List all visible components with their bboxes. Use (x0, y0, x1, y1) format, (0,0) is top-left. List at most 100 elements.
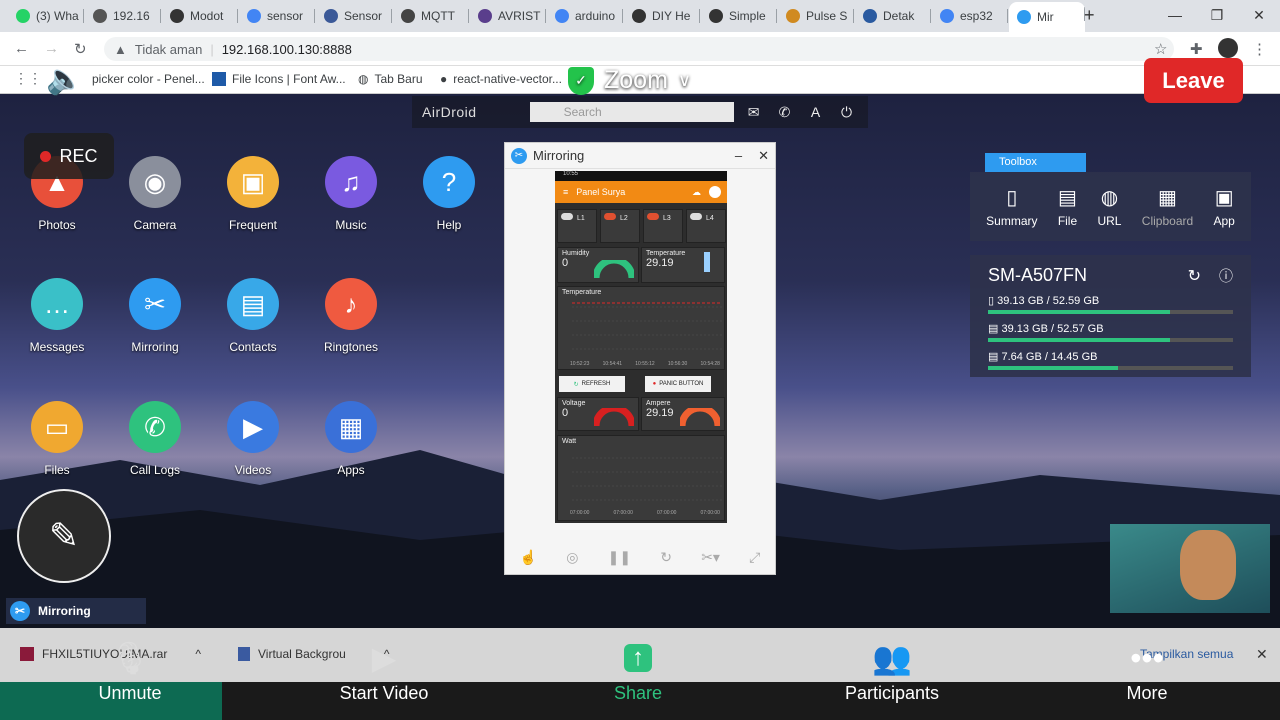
annotate-pen-button[interactable]: ✎ (17, 489, 111, 583)
more-button[interactable]: ••• More (1057, 633, 1237, 704)
minimize-button[interactable]: — (1154, 0, 1196, 30)
font-icon[interactable]: A (804, 104, 827, 120)
toggle-icon[interactable] (561, 213, 573, 220)
profile-avatar[interactable] (1218, 38, 1238, 58)
close-icon[interactable]: ✕ (758, 148, 769, 164)
zoom-title[interactable]: ✓ Zoom ∨ (568, 66, 691, 95)
toolbox-summary[interactable]: ▯ Summary (986, 185, 1037, 228)
toggle-icon[interactable] (647, 213, 659, 220)
bookmark-star-icon[interactable]: ☆ (1154, 40, 1167, 58)
new-tab-button[interactable]: + (1084, 5, 1095, 26)
toolbox-file[interactable]: ▤ File (1058, 185, 1077, 228)
doc-file-icon (238, 647, 250, 661)
browser-tab[interactable]: Simple (701, 4, 777, 28)
leave-button[interactable]: Leave (1144, 58, 1243, 103)
browser-tab[interactable]: Sensor (316, 4, 392, 28)
switch-card[interactable]: L3 (643, 209, 683, 243)
close-window-button[interactable]: ✕ (1238, 0, 1280, 30)
maximize-button[interactable]: ❐ (1196, 0, 1238, 30)
refresh-icon[interactable]: ↻ (1188, 266, 1201, 286)
toggle-icon[interactable] (604, 213, 616, 220)
omnibox[interactable]: ▲ Tidak aman | 192.168.100.130:8888 (104, 37, 1174, 61)
pencil-icon: ✎ (48, 515, 80, 556)
info-icon[interactable]: ⓘ (1219, 266, 1233, 286)
app-icon-mirroring[interactable]: ✂ Mirroring (110, 278, 200, 354)
tab-separator (622, 9, 623, 23)
speaker-icon[interactable]: 🔈 (46, 62, 83, 97)
switch-card[interactable]: L1 (557, 209, 597, 243)
bookmark-0[interactable]: picker color - Penel... (92, 72, 205, 86)
browser-tab[interactable]: Modot (162, 4, 238, 28)
toolbox-url[interactable]: ◍ URL (1097, 185, 1121, 228)
favicon-icon (709, 9, 723, 23)
app-label: Apps (337, 463, 365, 477)
avatar[interactable] (709, 186, 721, 198)
extensions-icon[interactable]: ✚ (1190, 40, 1203, 58)
menu-icon[interactable]: ⋮ (1252, 40, 1267, 58)
toolbox-app[interactable]: ▣ App (1213, 185, 1234, 228)
close-shelf-icon[interactable]: ✕ (1256, 646, 1268, 663)
globe-icon: ◍ (358, 72, 369, 86)
browser-tab[interactable]: esp32 (932, 4, 1008, 28)
power-icon[interactable]: ⏻ (835, 104, 858, 121)
app-icon-files[interactable]: ▭ Files (12, 401, 102, 477)
browser-tab[interactable]: sensor (239, 4, 315, 28)
share-button[interactable]: ↑ Share (548, 633, 728, 704)
app-icon-contacts[interactable]: ▤ Contacts (208, 278, 298, 354)
app-icon-frequent[interactable]: ▣ Frequent (208, 156, 298, 232)
browser-tab[interactable]: Mir (1009, 2, 1085, 32)
phone-screen[interactable]: 10:55 ≡ Panel Surya ☁ L1 L2 L3 L4 Humidity … (555, 171, 727, 523)
reload-button[interactable]: ↻ (74, 40, 87, 58)
tab-label: Detak (883, 9, 915, 23)
browser-tab[interactable]: MQTT (393, 4, 469, 28)
browser-tab[interactable]: (3) Wha (8, 4, 84, 28)
phone-icon[interactable]: ✆ (773, 104, 796, 121)
browser-tab[interactable]: Pulse S (778, 4, 854, 28)
recording-indicator[interactable]: REC (24, 133, 114, 179)
cloud-icon[interactable]: ☁ (692, 187, 701, 198)
switch-card[interactable]: L4 (686, 209, 726, 243)
app-icon-camera[interactable]: ◉ Camera (110, 156, 200, 232)
browser-tab[interactable]: AVRIST (470, 4, 546, 28)
app-icon-call-logs[interactable]: ✆ Call Logs (110, 401, 200, 477)
scissors-icon[interactable]: ✂▾ (701, 549, 720, 566)
hamburger-icon[interactable]: ≡ (563, 187, 568, 197)
forward-button[interactable]: → (44, 40, 59, 57)
app-icon-messages[interactable]: … Messages (12, 278, 102, 354)
person-icon: ● (652, 381, 657, 387)
minimize-icon[interactable]: – (735, 148, 742, 163)
app-icon-ringtones[interactable]: ♪ Ringtones (306, 278, 396, 354)
pause-icon[interactable]: ❚❚ (608, 549, 631, 566)
x-tick-label: 10:54:28 (700, 361, 720, 367)
app-icon-music[interactable]: ♫ Music (306, 156, 396, 232)
switch-card[interactable]: L2 (600, 209, 640, 243)
bookmark-1[interactable]: File Icons | Font Aw... (212, 72, 346, 86)
apps-grid-icon[interactable]: ⋮⋮ (14, 70, 42, 87)
bookmark-3[interactable]: ● react-native-vector... (440, 72, 562, 86)
participants-button[interactable]: 👥 Participants (802, 633, 982, 704)
app-label: Call Logs (129, 463, 181, 477)
toolbox-clipboard[interactable]: ▦ Clipboard (1142, 185, 1193, 228)
fullscreen-icon[interactable]: ⤢ (749, 549, 760, 566)
mirroring-taskbar-item[interactable]: ✂ Mirroring (6, 598, 146, 624)
start-video-button[interactable]: ▶ Start Video (294, 633, 474, 704)
browser-tab[interactable]: DIY He (624, 4, 700, 28)
airdroid-search[interactable]: Search (529, 102, 735, 122)
app-icon-videos[interactable]: ▶ Videos (208, 401, 298, 477)
browser-tab[interactable]: Detak (855, 4, 931, 28)
eye-icon[interactable]: ◎ (566, 549, 578, 566)
app-icon-help[interactable]: ? Help (404, 156, 494, 232)
gesture-icon[interactable]: ☝ (520, 549, 537, 566)
unmute-button[interactable]: 🎙 Unmute (40, 633, 220, 704)
toolbox-tab[interactable]: Toolbox (985, 153, 1086, 172)
browser-tab[interactable]: arduino (547, 4, 623, 28)
app-icon-apps[interactable]: ▦ Apps (306, 401, 396, 477)
back-button[interactable]: ← (14, 40, 29, 57)
rotate-icon[interactable]: ↻ (660, 549, 672, 566)
refresh-button[interactable]: ↻ REFRESH (559, 376, 625, 392)
bookmark-2[interactable]: ◍ Tab Baru (358, 72, 423, 86)
panic-button[interactable]: ● PANIC BUTTON (645, 376, 711, 392)
toggle-icon[interactable] (690, 213, 702, 220)
mail-icon[interactable]: ✉ (742, 104, 765, 121)
browser-tab[interactable]: 192.16 (85, 4, 161, 28)
